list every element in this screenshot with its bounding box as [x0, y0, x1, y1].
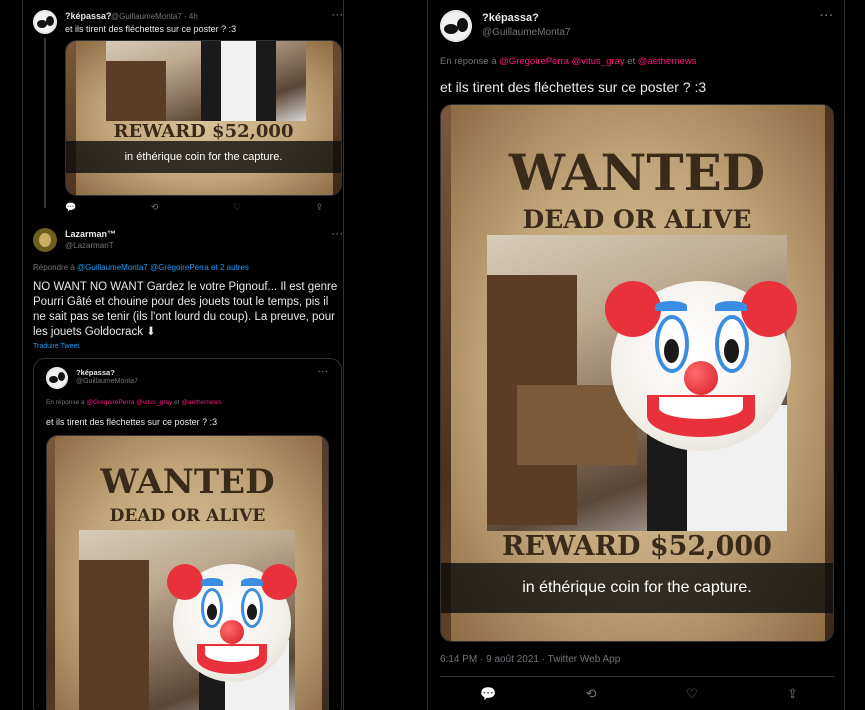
- reply-mention-last[interactable]: @aethernews: [638, 56, 697, 67]
- author-name[interactable]: ?képassa?: [65, 11, 112, 21]
- dead-or-alive-text: DEAD OR ALIVE: [109, 506, 266, 526]
- share-icon[interactable]: ⇪: [787, 686, 798, 702]
- share-icon[interactable]: ⇪: [315, 202, 323, 213]
- clown-face-icon: [167, 564, 297, 682]
- tweet-text: et ils tirent des fléchettes sur ce post…: [46, 417, 218, 427]
- wanted-text: WANTED: [100, 462, 275, 502]
- tweet-media-image[interactable]: WANTED DEAD OR ALIVE: [46, 435, 329, 710]
- reply-context: En réponse à @GregoirePerra @vitus_gray …: [46, 399, 222, 406]
- thread-line: [44, 38, 46, 208]
- reply-mention-last[interactable]: @aethernews: [181, 399, 221, 406]
- reward-text: REWARD $52,000: [113, 121, 294, 142]
- reply-mentions[interactable]: @GregoirePerra @vitus_gray: [499, 56, 624, 67]
- author-handle[interactable]: @LazarmanT: [65, 241, 114, 250]
- reply-and: et: [172, 399, 182, 406]
- wanted-text: WANTED: [508, 143, 766, 202]
- reward-text: REWARD $52,000: [502, 531, 772, 562]
- tweet-media-image[interactable]: REWARD $52,000 in éthérique coin for the…: [65, 40, 342, 196]
- author-name: ?képassa?: [76, 368, 115, 377]
- reply-mentions[interactable]: @GuillaumeMonta7 @GrégoirePerra et 2 aut…: [77, 263, 249, 272]
- reply-icon[interactable]: 💬: [65, 202, 76, 213]
- tweet-media-image[interactable]: WANTED DEAD OR ALIVE REWARD $52,000 in é…: [440, 104, 834, 642]
- quoted-tweet[interactable]: ?képassa? @GuillaumeMonta7 ··· En répons…: [33, 358, 342, 710]
- reply-context: En réponse à @GregoirePerra @vitus_gray …: [440, 56, 697, 67]
- more-icon[interactable]: ···: [820, 10, 834, 22]
- reply-and: et: [624, 56, 638, 67]
- tweet-text: et ils tirent des fléchettes sur ce post…: [440, 79, 707, 95]
- retweet-icon[interactable]: ⟲: [151, 202, 159, 213]
- dead-or-alive-text: DEAD OR ALIVE: [522, 205, 752, 234]
- caption-text: in éthérique coin for the capture.: [124, 151, 283, 163]
- like-icon[interactable]: ♡: [686, 686, 698, 702]
- more-icon[interactable]: ···: [332, 10, 343, 20]
- clown-face-icon: [605, 281, 797, 451]
- author-name[interactable]: ?képassa?: [482, 12, 539, 24]
- reply-prefix: En réponse à: [440, 56, 500, 67]
- translate-link[interactable]: Traduire Tweet: [33, 343, 79, 350]
- author-handle[interactable]: @GuillaumeMonta7: [482, 27, 571, 38]
- tweet-text: et ils tirent des fléchettes sur ce post…: [65, 24, 237, 34]
- reply-icon[interactable]: 💬: [480, 686, 496, 702]
- author-handle: @GuillaumeMonta7: [76, 378, 138, 385]
- avatar: [46, 367, 68, 389]
- tweet-actions: 💬 ⟲ ♡ ⇪: [480, 686, 798, 702]
- reply-prefix: En réponse à: [46, 399, 87, 406]
- avatar[interactable]: [440, 10, 472, 42]
- tweet-detail-panel: ?képassa? @GuillaumeMonta7 ··· En répons…: [427, 0, 845, 710]
- reply-mentions[interactable]: @GregoirePerra @vitus_gray: [86, 399, 172, 406]
- tweet-text: NO WANT NO WANT Gardez le votre Pignouf.…: [33, 281, 338, 338]
- retweet-icon[interactable]: ⟲: [586, 686, 597, 702]
- avatar[interactable]: [33, 228, 57, 252]
- more-icon[interactable]: ···: [318, 367, 329, 376]
- caption-text: in éthérique coin for the capture.: [522, 579, 752, 596]
- author-name[interactable]: Lazarman™: [65, 229, 116, 239]
- reply-prefix: Répondre à: [33, 263, 78, 272]
- tweet-actions: 💬 ⟲ ♡ ⇪: [65, 202, 323, 213]
- divider: [440, 676, 834, 677]
- like-icon[interactable]: ♡: [233, 202, 241, 213]
- avatar[interactable]: [33, 10, 57, 34]
- reply-context: Répondre à @GuillaumeMonta7 @GrégoirePer…: [33, 263, 249, 272]
- left-timeline-panel: ?képassa? @GuillaumeMonta7 · 4h ··· et i…: [22, 0, 344, 710]
- more-icon[interactable]: ···: [332, 229, 343, 239]
- tweet-timestamp[interactable]: 6:14 PM · 9 août 2021 · Twitter Web App: [440, 654, 620, 665]
- author-handle[interactable]: @GuillaumeMonta7 · 4h: [111, 12, 198, 21]
